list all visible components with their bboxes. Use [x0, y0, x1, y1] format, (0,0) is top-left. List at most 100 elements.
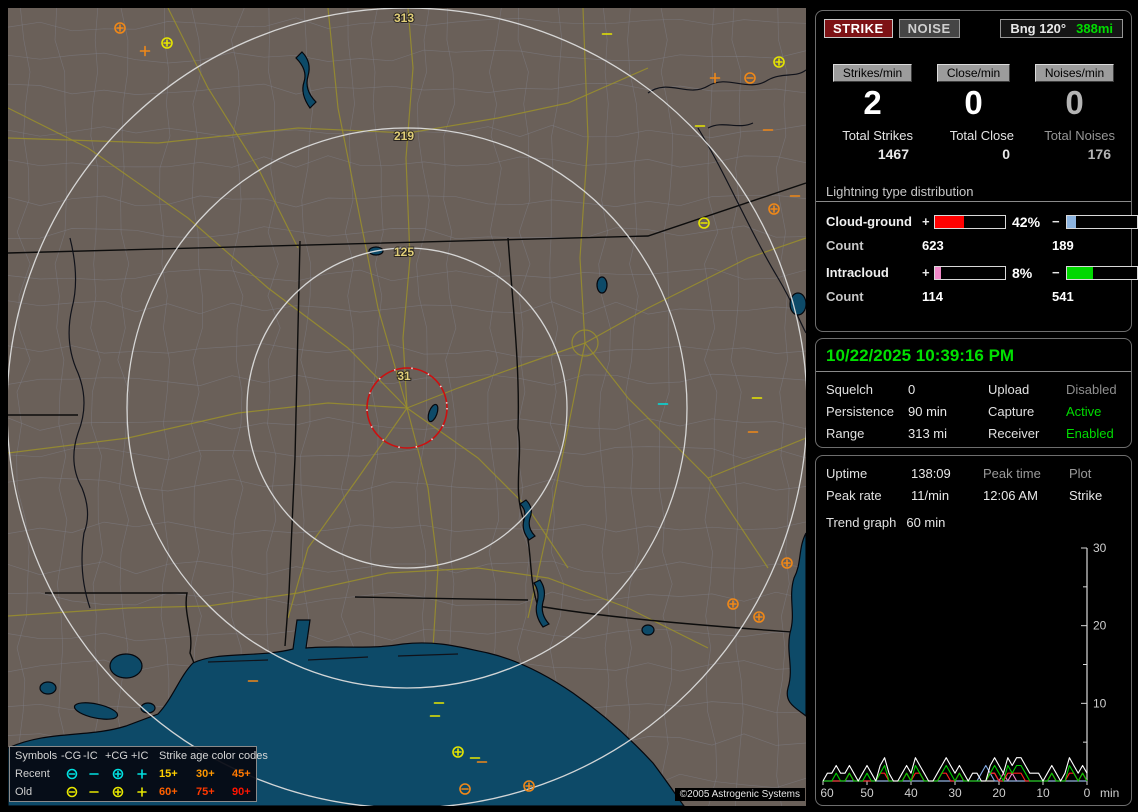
svg-text:10: 10 [1036, 786, 1050, 800]
total-strikes-label: Total Strikes [822, 128, 923, 143]
svg-text:125: 125 [394, 245, 414, 259]
plus-sign: + [922, 214, 934, 229]
legend-old-label: Old [15, 786, 61, 798]
lake-pontchartrain [110, 654, 142, 678]
svg-text:20: 20 [992, 786, 1006, 800]
range-label: Range [826, 426, 908, 441]
cg-pos-bar [934, 215, 1006, 229]
ic-pos-old-icon [131, 785, 153, 799]
noises-column: Noises/min 0 Total Noises 176 [1024, 64, 1125, 162]
noises-per-min-chip: Noises/min [1035, 64, 1114, 82]
cg-pos-percent: 42% [1006, 214, 1052, 230]
ic-neg-recent-icon [83, 767, 105, 781]
minus-sign: − [1052, 214, 1066, 229]
age-90: 90+ [232, 786, 270, 798]
persistence-label: Persistence [826, 404, 908, 419]
upload-label: Upload [988, 382, 1066, 397]
svg-text:10: 10 [1093, 696, 1107, 710]
cg-neg-old-icon [61, 785, 83, 799]
noises-per-min-value: 0 [1024, 84, 1125, 122]
bearing-value: Bng 120° [1010, 21, 1066, 36]
stats-grid: Uptime 138:09 Peak time Plot Peak rate 1… [816, 456, 1131, 503]
svg-text:40: 40 [904, 786, 918, 800]
lake [790, 293, 806, 315]
uptime-label: Uptime [826, 466, 911, 481]
svg-text:min: min [1100, 786, 1119, 800]
distribution-title: Lightning type distribution [816, 184, 1131, 202]
peak-time-value: 12:06 AM [983, 488, 1069, 503]
plot-label: Plot [1069, 466, 1133, 481]
uptime-value: 138:09 [911, 466, 983, 481]
legend-col-ic-pos: +IC [131, 750, 153, 762]
map-legend: Symbols -CG -IC +CG +IC Strike age color… [9, 746, 257, 802]
lake-seminole [642, 625, 654, 635]
total-noises-label: Total Noises [1024, 128, 1125, 143]
datetime-display: 10/22/2025 10:39:16 PM [816, 339, 1131, 372]
bearing-distance: 388mi [1076, 21, 1113, 36]
age-60: 60+ [159, 786, 196, 798]
svg-text:30: 30 [948, 786, 962, 800]
cloud-ground-label: Cloud-ground [826, 214, 922, 229]
close-per-min-chip: Close/min [937, 64, 1010, 82]
intracloud-counts: Count 114 541 [816, 289, 1131, 304]
plus-sign: + [922, 265, 934, 280]
capture-state: Active [1066, 404, 1136, 419]
strike-toggle-button[interactable]: STRIKE [824, 19, 893, 38]
ic-pos-count: 114 [922, 289, 1052, 304]
ic-neg-old-icon [83, 785, 105, 799]
count-label: Count [826, 238, 922, 253]
cloud-ground-counts: Count 623 189 [816, 238, 1131, 253]
cg-pos-count: 623 [922, 238, 1052, 253]
map-canvas: 31321912531 [8, 8, 806, 806]
squelch-label: Squelch [826, 382, 908, 397]
cg-neg-recent-icon [61, 767, 83, 781]
bearing-readout: Bng 120° 388mi [1000, 19, 1123, 38]
trend-graph: 1020306050403020100min [816, 541, 1131, 803]
upload-state: Disabled [1066, 382, 1136, 397]
svg-text:60: 60 [820, 786, 834, 800]
cloud-ground-row: Cloud-ground + 42% − 13% [816, 214, 1131, 230]
noise-toggle-button[interactable]: NOISE [899, 19, 960, 38]
squelch-value: 0 [908, 382, 988, 397]
ic-pos-recent-icon [131, 767, 153, 781]
legend-col-ic-neg: -IC [83, 750, 105, 762]
minus-sign: − [1052, 265, 1066, 280]
ic-pos-bar [934, 266, 1006, 280]
total-strikes-value: 1467 [822, 146, 923, 162]
legend-col-cg-neg: -CG [61, 750, 83, 762]
intracloud-label: Intracloud [826, 265, 922, 280]
ic-neg-bar [1066, 266, 1138, 280]
counters-panel: STRIKE NOISE Bng 120° 388mi Strikes/min … [815, 10, 1132, 332]
close-column: Close/min 0 Total Close 0 [923, 64, 1024, 162]
cg-pos-old-icon [105, 785, 131, 799]
mode-toolbar: STRIKE NOISE Bng 120° 388mi [816, 11, 1131, 38]
capture-label: Capture [988, 404, 1066, 419]
svg-text:31: 31 [397, 369, 411, 383]
svg-text:0: 0 [1084, 786, 1091, 800]
legend-col-cg-pos: +CG [105, 750, 131, 762]
settings-grid: Squelch 0 Upload Disabled Persistence 90… [816, 372, 1131, 441]
svg-text:313: 313 [394, 11, 414, 25]
persistence-value: 90 min [908, 404, 988, 419]
age-30: 30+ [196, 768, 232, 780]
age-45: 45+ [232, 768, 270, 780]
peak-rate-label: Peak rate [826, 488, 911, 503]
status-panel: 10/22/2025 10:39:16 PM Squelch 0 Upload … [815, 338, 1132, 448]
intracloud-row: Intracloud + 8% − 37% [816, 265, 1131, 281]
legend-age-header: Strike age color codes [159, 750, 270, 762]
ic-neg-count: 541 [1052, 289, 1131, 304]
cg-neg-count: 189 [1052, 238, 1131, 253]
plot-value: Strike [1069, 488, 1133, 503]
svg-text:50: 50 [860, 786, 874, 800]
receiver-state: Enabled [1066, 426, 1136, 441]
count-label: Count [826, 289, 922, 304]
cg-pos-recent-icon [105, 767, 131, 781]
age-75: 75+ [196, 786, 232, 798]
receiver-label: Receiver [988, 426, 1066, 441]
trend-graph-header: Trend graph 60 min [816, 503, 1131, 530]
lightning-map[interactable]: 31321912531 Symbols -CG -IC +CG +IC Stri… [8, 8, 806, 806]
peak-time-label: Peak time [983, 466, 1069, 481]
trend-panel: Uptime 138:09 Peak time Plot Peak rate 1… [815, 455, 1132, 806]
svg-text:30: 30 [1093, 541, 1107, 555]
copyright-text: ©2005 Astrogenic Systems [675, 788, 805, 801]
